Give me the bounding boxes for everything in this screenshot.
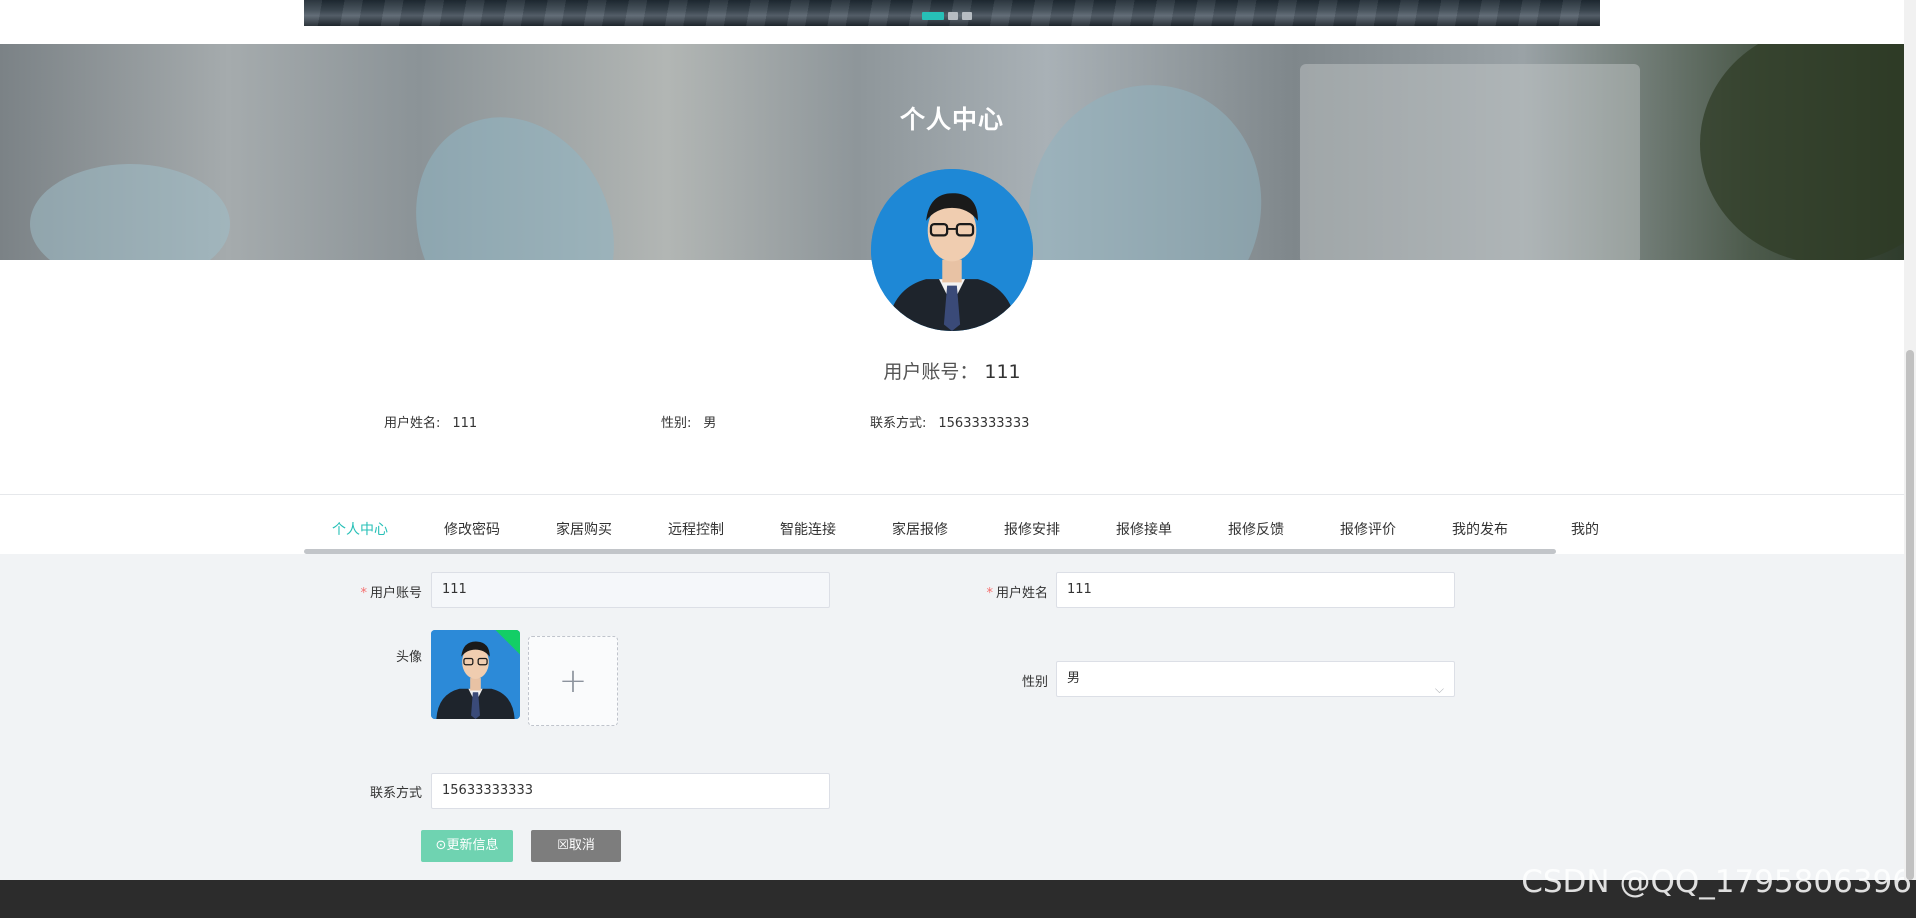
tab-my-favorites[interactable]: 我的收 bbox=[1536, 510, 1600, 554]
tab-profile[interactable]: 个人中心 bbox=[304, 510, 416, 554]
hero-decoration bbox=[1300, 64, 1640, 260]
info-gender: 性别: 男 bbox=[661, 412, 716, 431]
gender-select[interactable]: 男 ⌵ bbox=[1056, 661, 1455, 697]
tab-repair-accept[interactable]: 报修接单 bbox=[1088, 510, 1200, 554]
avatar-field-label: 头像 bbox=[395, 650, 422, 665]
tab-smart-connect[interactable]: 智能连接 bbox=[752, 510, 864, 554]
tab-bar: 个人中心 修改密码 家居购买 远程控制 智能连接 家居报修 报修安排 报修接单 … bbox=[304, 510, 1600, 554]
tab-repair-review[interactable]: 报修评价 bbox=[1312, 510, 1424, 554]
banner-carousel[interactable] bbox=[304, 0, 1600, 26]
phone-input[interactable]: 15633333333 bbox=[431, 773, 830, 809]
hero-decoration bbox=[1700, 44, 1904, 260]
account-value: 111 bbox=[984, 361, 1021, 383]
tab-repair-schedule[interactable]: 报修安排 bbox=[976, 510, 1088, 554]
carousel-dot-1[interactable] bbox=[922, 12, 944, 20]
update-info-button[interactable]: ⊙更新信息 bbox=[421, 830, 513, 862]
account-field-label: * 用户账号 bbox=[360, 586, 422, 601]
info-name-label: 用户姓名: bbox=[384, 416, 441, 431]
info-gender-value: 男 bbox=[703, 416, 717, 431]
account-label: 用户账号： bbox=[883, 361, 979, 383]
plus-icon: + bbox=[558, 661, 588, 701]
name-input[interactable]: 111 bbox=[1056, 572, 1455, 608]
page-title: 个人中心 bbox=[899, 105, 1004, 134]
name-field-label: * 用户姓名 bbox=[986, 586, 1048, 601]
carousel-indicators bbox=[922, 12, 972, 20]
tab-my-posts[interactable]: 我的发布 bbox=[1424, 510, 1536, 554]
avatar-upload-button[interactable]: + bbox=[528, 636, 618, 726]
tab-home-repair[interactable]: 家居报修 bbox=[864, 510, 976, 554]
info-phone-label: 联系方式: bbox=[870, 416, 927, 431]
carousel-dot-3[interactable] bbox=[962, 12, 972, 20]
tab-change-password[interactable]: 修改密码 bbox=[416, 510, 528, 554]
tabs-divider bbox=[0, 494, 1904, 495]
page: 个人中心 用户账号： 111 用户姓名: 111 性别: 男 联系方式: 1563333… bbox=[0, 0, 1916, 918]
watermark: CSDN @QQ_1795806396 bbox=[1521, 864, 1912, 900]
tab-remote-control[interactable]: 远程控制 bbox=[640, 510, 752, 554]
page-scrollbar-thumb[interactable] bbox=[1906, 350, 1914, 880]
account-input[interactable]: 111 bbox=[431, 572, 830, 608]
info-name: 用户姓名: 111 bbox=[384, 412, 477, 431]
account-heading: 用户账号： 111 bbox=[0, 357, 1904, 384]
tab-furniture-purchase[interactable]: 家居购买 bbox=[528, 510, 640, 554]
hero-decoration bbox=[994, 52, 1296, 260]
cancel-button[interactable]: ☒取消 bbox=[531, 830, 621, 862]
info-gender-label: 性别: bbox=[661, 416, 692, 431]
avatar-portrait-icon bbox=[871, 169, 1033, 331]
info-phone: 联系方式: 15633333333 bbox=[870, 412, 1029, 431]
phone-field-label: 联系方式 bbox=[369, 786, 422, 801]
hero-decoration bbox=[30, 164, 230, 260]
gender-field-label: 性别 bbox=[1021, 675, 1048, 690]
avatar-thumbnail-icon bbox=[431, 630, 520, 719]
gender-select-value: 男 bbox=[1067, 671, 1081, 686]
tab-repair-feedback[interactable]: 报修反馈 bbox=[1200, 510, 1312, 554]
profile-form bbox=[0, 554, 1904, 880]
chevron-down-icon: ⌵ bbox=[1434, 682, 1444, 696]
info-name-value: 111 bbox=[452, 416, 478, 431]
avatar-upload-preview[interactable] bbox=[431, 630, 520, 719]
avatar bbox=[871, 169, 1033, 331]
carousel-dot-2[interactable] bbox=[948, 12, 958, 20]
info-phone-value: 15633333333 bbox=[938, 416, 1030, 431]
